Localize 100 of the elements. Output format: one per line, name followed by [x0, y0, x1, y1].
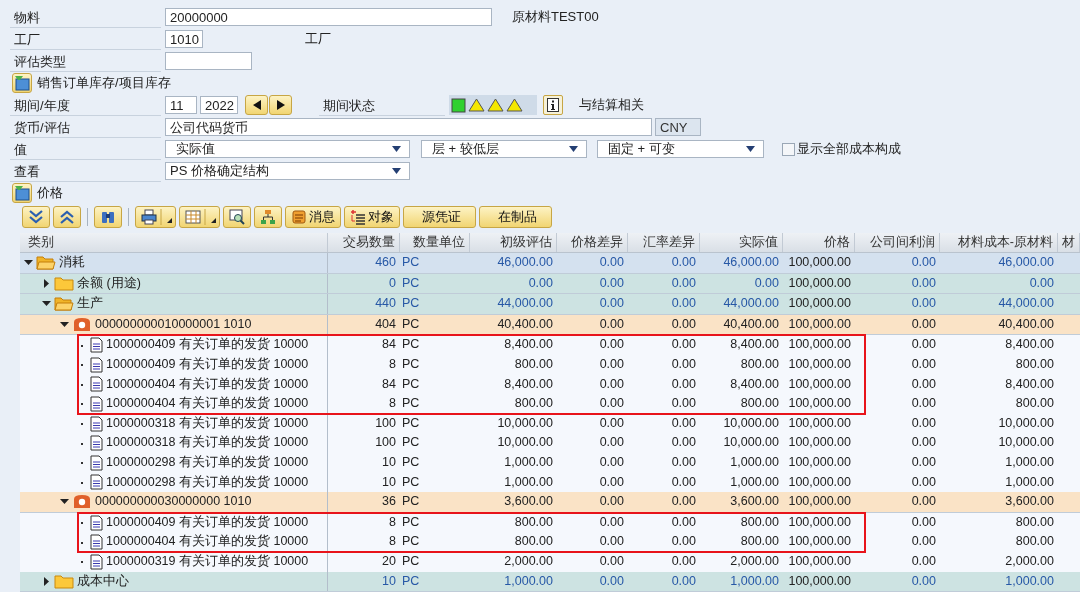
next-button[interactable]	[269, 95, 292, 115]
table-cell-text: 0.00	[753, 274, 780, 292]
toolbar-button[interactable]: 在制品	[479, 206, 552, 228]
toggle-button[interactable]	[12, 183, 32, 203]
table-cell-text: 8	[388, 533, 397, 551]
toolbar-menu-button[interactable]	[179, 206, 220, 228]
tree-node-label[interactable]: 000000000030000000 1010	[95, 492, 252, 512]
tree-node-label[interactable]: 1000000298 有关订单的发货 10000	[106, 452, 309, 473]
triangle-right-icon[interactable]	[42, 278, 51, 288]
table-cell-text: 0.00	[598, 572, 625, 590]
tree-node-label[interactable]: 消耗	[59, 253, 85, 273]
table-cell-text: 0.00	[910, 473, 937, 491]
table-cell-text: 0.00	[598, 533, 625, 551]
toolbar-button[interactable]	[53, 206, 81, 228]
column-header[interactable]: 材	[1058, 233, 1080, 252]
tree-node-label[interactable]: 1000000404 有关订单的发货 10000	[106, 374, 309, 395]
triangle-down-icon[interactable]	[42, 299, 51, 309]
tree-node-label[interactable]: 1000000409 有关订单的发货 10000	[106, 335, 309, 355]
tree-node-label[interactable]: 余额 (用途)	[77, 273, 141, 294]
column-header[interactable]: 类别	[20, 233, 328, 252]
table-cell-text: 0.00	[910, 355, 937, 373]
field-label: 工厂	[10, 28, 161, 50]
table-cell-text: PC	[401, 315, 421, 333]
caret-icon	[569, 146, 578, 152]
table-cell-text: 0.00	[910, 453, 937, 471]
toolbar-button[interactable]	[223, 206, 251, 228]
column-header[interactable]: 实际值	[700, 233, 783, 252]
table-cell-text: 100,000.00	[787, 453, 852, 471]
table-cell-text: 46,000.00	[722, 254, 780, 271]
field-label: 查看	[10, 160, 161, 182]
table-cell-text: 0.00	[910, 375, 937, 393]
currency-field[interactable]: 公司代码货币	[165, 118, 652, 136]
info-button[interactable]	[543, 95, 563, 115]
table-cell-text: PC	[401, 572, 421, 590]
tree-node-label[interactable]: 生产	[77, 294, 103, 314]
triangle-right-icon[interactable]	[42, 576, 51, 586]
toolbar-button[interactable]	[94, 206, 122, 228]
tree-node-label[interactable]: 1000000298 有关订单的发货 10000	[106, 472, 309, 493]
table-cell-text: 100,000.00	[787, 274, 852, 292]
table-cell-text: 100	[374, 414, 397, 432]
table-cell-text: 0.00	[670, 414, 697, 432]
table-cell-text: 800.00	[513, 533, 554, 551]
info-text: 与结算相关	[579, 96, 644, 114]
table-cell-text: 800.00	[1014, 533, 1055, 551]
material-field[interactable]: 20000000	[165, 8, 492, 26]
year-field[interactable]: 2022	[200, 96, 238, 114]
column-header[interactable]: 价格	[783, 233, 855, 252]
column-header[interactable]: 初级评估	[470, 233, 557, 252]
period-field[interactable]: 11	[165, 96, 197, 114]
column-header[interactable]: 材料成本-原材料	[940, 233, 1058, 252]
table-cell-text: 44,000.00	[722, 295, 780, 313]
tree-node-label[interactable]: 1000000404 有关订单的发货 10000	[106, 532, 309, 552]
toolbar-button[interactable]: 消息	[285, 206, 341, 228]
tree-node-label[interactable]: 1000000318 有关订单的发货 10000	[106, 433, 309, 453]
table-cell-text: 100,000.00	[787, 254, 852, 271]
valuation-type-field[interactable]	[165, 52, 252, 70]
table-cell-text: 40,400.00	[496, 315, 554, 333]
toolbar-button[interactable]: 源凭证	[403, 206, 476, 228]
tree-node-label[interactable]: 000000000010000001 1010	[95, 314, 252, 335]
plant-field[interactable]: 1010	[165, 30, 203, 48]
previous-button[interactable]	[245, 95, 268, 115]
dropdown[interactable]: 层 + 较低层	[421, 140, 587, 158]
table-cell-text: 0.00	[910, 395, 937, 413]
toggle-button[interactable]	[12, 73, 32, 93]
table-cell-text: PC	[401, 434, 421, 452]
toolbar-button[interactable]: 对象	[344, 206, 400, 228]
tree-node-label[interactable]: 1000000409 有关订单的发货 10000	[106, 354, 309, 375]
tree-node-label[interactable]: 1000000319 有关订单的发货 10000	[106, 551, 309, 572]
tree-node-label[interactable]: 1000000404 有关订单的发货 10000	[106, 394, 309, 414]
table-cell-text: 10	[381, 572, 397, 590]
field-label: 评估类型	[10, 50, 161, 72]
checkbox[interactable]	[782, 142, 795, 156]
table-cell-text: 800.00	[513, 355, 554, 373]
tree-node-label[interactable]: 成本中心	[77, 571, 129, 592]
column-header[interactable]: 交易数量	[328, 233, 400, 252]
toolbar-button[interactable]	[22, 206, 50, 228]
triangle-down-icon[interactable]	[60, 497, 69, 507]
currency-unit-field[interactable]: CNY	[655, 118, 701, 136]
list-icon	[350, 209, 366, 225]
table-cell-text: 0.00	[910, 533, 937, 551]
column-header[interactable]: 价格差异	[557, 233, 628, 252]
dropdown[interactable]: PS 价格确定结构	[165, 162, 410, 180]
triangle-down-icon[interactable]	[24, 258, 33, 268]
table-cell-text: 46,000.00	[997, 254, 1055, 271]
table-cell-text: 800.00	[739, 513, 780, 531]
table-cell-text: 8	[388, 355, 397, 373]
table-cell-text: 0.00	[598, 355, 625, 373]
column-header[interactable]: 公司间利润	[855, 233, 940, 252]
column-header[interactable]: 数量单位	[400, 233, 470, 252]
dropdown[interactable]: 固定 + 可变	[597, 140, 764, 158]
column-header[interactable]: 汇率差异	[628, 233, 700, 252]
table-cell-text: 1,000.00	[503, 473, 554, 491]
toolbar-menu-button[interactable]	[135, 206, 176, 228]
table-cell-text: 1,000.00	[1004, 453, 1055, 471]
tree-node-label[interactable]: 1000000409 有关订单的发货 10000	[106, 512, 309, 533]
tree-node-label[interactable]: 1000000318 有关订单的发货 10000	[106, 413, 309, 434]
triangle-down-icon[interactable]	[60, 320, 69, 330]
field-label: 值	[10, 138, 161, 160]
table-cell-text: 100,000.00	[787, 473, 852, 491]
dropdown[interactable]: 实际值	[165, 140, 410, 158]
